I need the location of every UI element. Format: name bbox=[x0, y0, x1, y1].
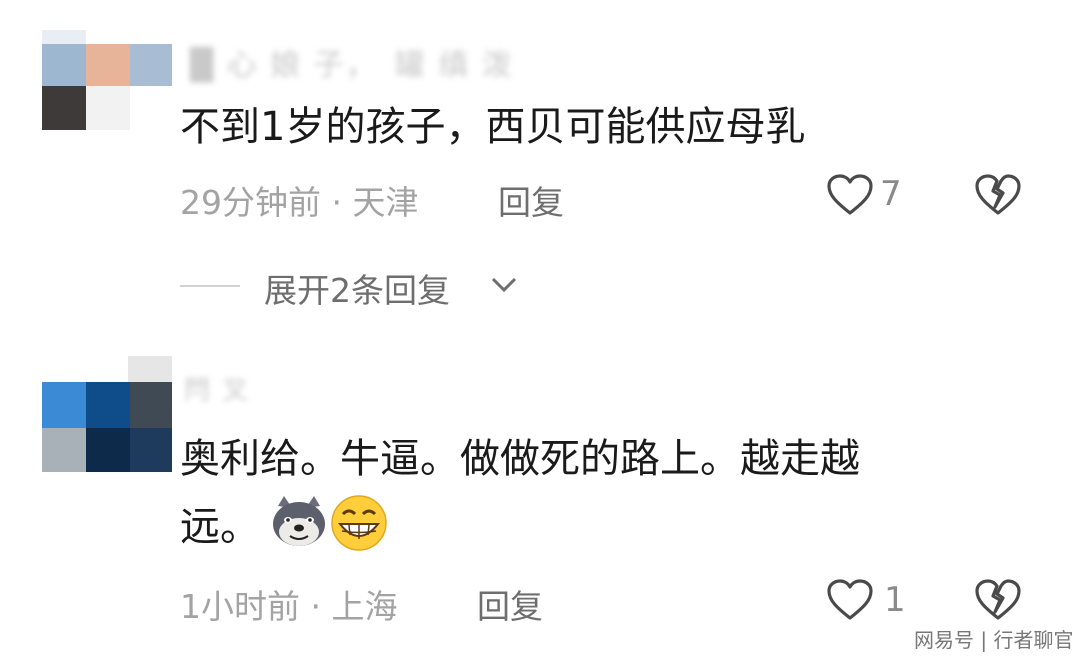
username[interactable]: █ 心 娘 子， 罐 缜 泼 bbox=[190, 40, 514, 84]
reply-button[interactable]: 回复 bbox=[498, 176, 564, 224]
reply-button[interactable]: 回复 bbox=[477, 580, 543, 628]
comment-text: 不到1岁的孩子，西贝可能供应母乳 bbox=[180, 104, 806, 150]
chevron-down-icon[interactable] bbox=[490, 276, 518, 294]
doge-icon bbox=[273, 496, 325, 546]
watermark: 网易号 | 行者聊官 bbox=[914, 628, 1074, 652]
heart-icon[interactable] bbox=[826, 578, 874, 622]
expand-replies-label: 展开2条回复 bbox=[264, 271, 450, 310]
heart-icon[interactable] bbox=[826, 173, 874, 217]
username[interactable]: 閂 叉 bbox=[184, 370, 250, 407]
comment-text-line-1: 奥利给。牛逼。做做死的路上。越走越 bbox=[180, 436, 860, 482]
avatar[interactable] bbox=[42, 30, 172, 130]
expand-replies-button[interactable]: 展开2条回复 bbox=[264, 264, 450, 312]
comment-meta: 1小时前 · 上海 bbox=[180, 587, 398, 626]
divider bbox=[180, 285, 240, 287]
comment-meta: 29分钟前 · 天津 bbox=[180, 183, 419, 222]
broken-heart-icon[interactable] bbox=[974, 578, 1022, 622]
grin-icon bbox=[331, 495, 387, 551]
comment-text-line-2: 远。 bbox=[180, 504, 260, 550]
like-count: 7 bbox=[880, 174, 902, 214]
like-count: 1 bbox=[884, 580, 906, 620]
broken-heart-icon[interactable] bbox=[974, 173, 1022, 217]
avatar[interactable] bbox=[42, 356, 172, 472]
